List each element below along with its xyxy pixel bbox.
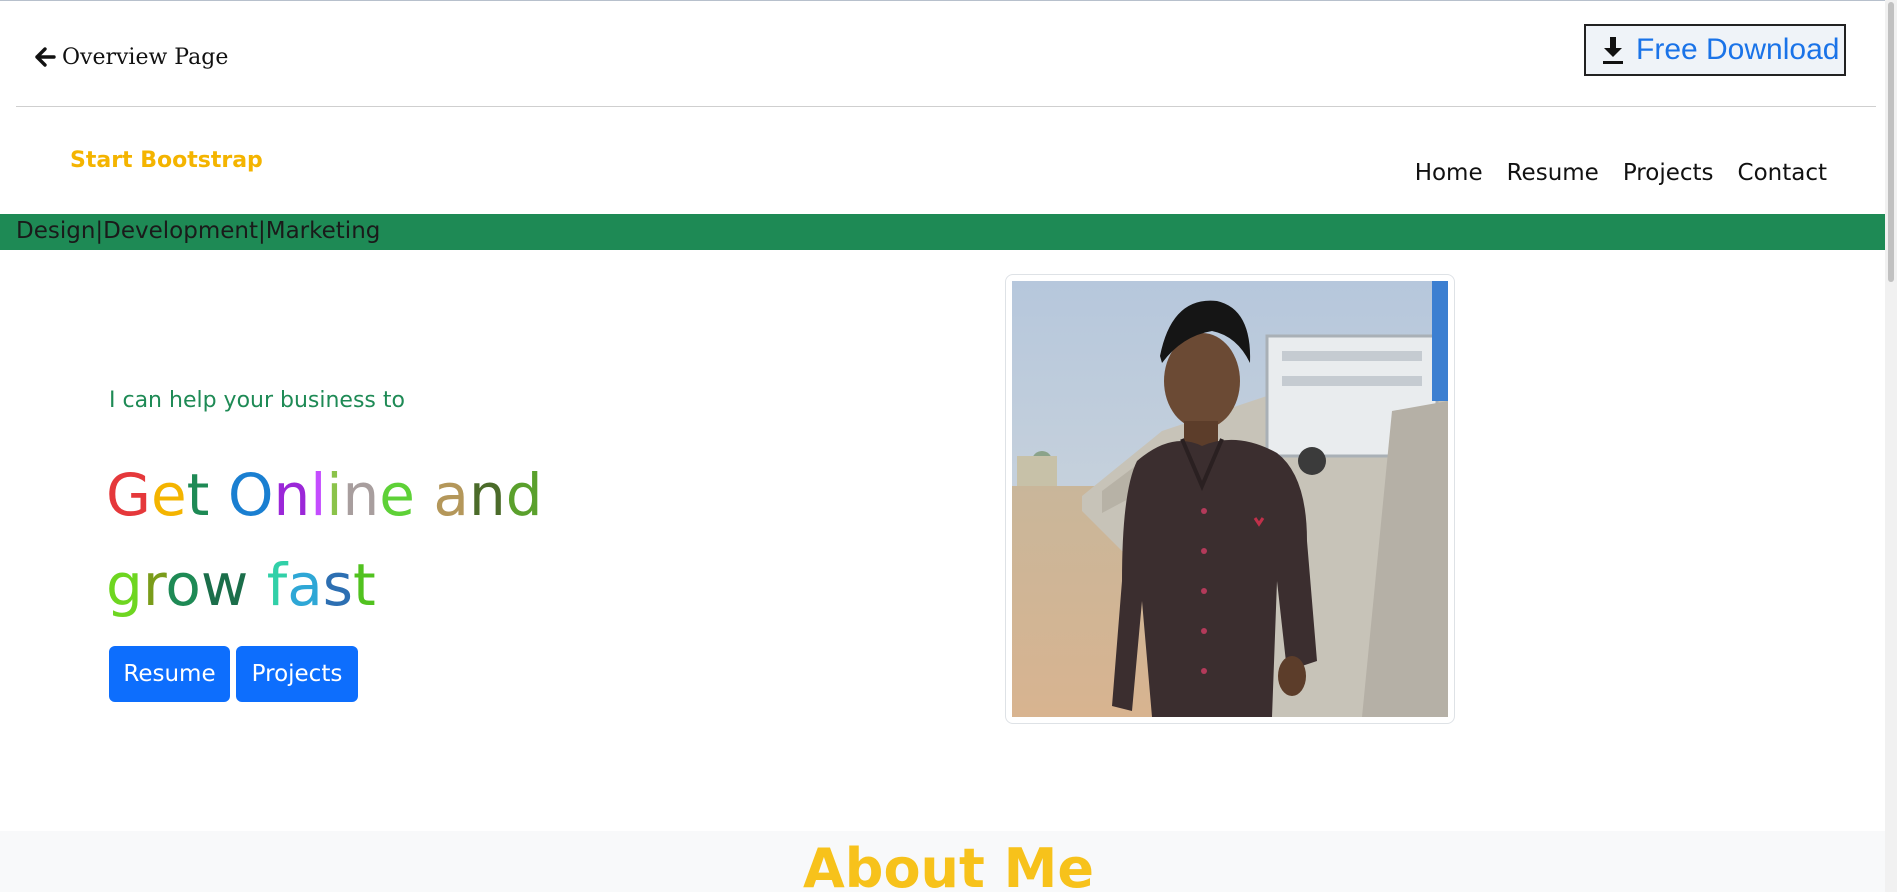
hero-title-letter: r (142, 551, 166, 619)
hero-title-letter: e (150, 461, 187, 529)
about-section: About Me (0, 831, 1897, 892)
hero-title-letter: t (352, 551, 376, 619)
hero-title-line-2: grow fast (106, 540, 726, 630)
hero-title-space (248, 551, 266, 619)
free-download-label: Free Download (1636, 33, 1840, 66)
resume-button[interactable]: Resume (109, 646, 230, 702)
about-heading: About Me (803, 837, 1094, 892)
hero-title-letter: w (200, 551, 249, 619)
hero-title-letter: n (273, 461, 311, 529)
hero-title-letter: e (379, 461, 415, 529)
nav-item-contact[interactable]: Contact (1738, 160, 1827, 186)
hero-title-space (209, 461, 227, 529)
hero-title-letter: n (342, 461, 380, 529)
hero-title-letter: g (106, 551, 143, 619)
services-strip: Design|Development|Marketing (0, 214, 1893, 250)
hero-title-line-1: Get Online and (106, 450, 726, 540)
hero-title-letter: l (310, 461, 327, 529)
nav-item-resume[interactable]: Resume (1507, 160, 1599, 186)
page-scrollbar[interactable] (1885, 0, 1897, 892)
hero-subtitle: I can help your business to (109, 388, 405, 413)
services-text: Design|Development|Marketing (16, 218, 381, 244)
hero-title-letter: f (266, 551, 288, 619)
nav-item-projects[interactable]: Projects (1623, 160, 1714, 186)
navbar-brand[interactable]: Start Bootstrap (70, 148, 263, 173)
free-download-button[interactable]: Free Download (1584, 24, 1846, 76)
hero-title-letter: o (165, 551, 201, 619)
projects-button[interactable]: Projects (236, 646, 358, 702)
hero-title-letter: t (186, 461, 210, 529)
nav-item-home[interactable]: Home (1415, 160, 1483, 186)
hero-title-letter: i (326, 461, 343, 529)
window-top-edge (0, 0, 1897, 1)
hero-title-letter: G (106, 461, 151, 529)
hero-title-letter: n (468, 461, 506, 529)
scrollbar-thumb[interactable] (1888, 2, 1894, 282)
profile-photo-frame (1005, 274, 1455, 724)
arrow-left-icon (34, 46, 56, 68)
hero-title-letter: a (433, 461, 469, 529)
overview-page-label: Overview Page (62, 44, 229, 70)
hero-title-space (415, 461, 433, 529)
hero-title-letter: a (287, 551, 323, 619)
profile-photo (1012, 281, 1448, 717)
hero-title-letter: O (227, 461, 274, 529)
hero-title-letter: d (505, 461, 543, 529)
hero-title: Get Online and grow fast (106, 450, 726, 630)
main-nav: Home Resume Projects Contact (1415, 160, 1827, 186)
overview-topbar: Overview Page Free Download (16, 20, 1876, 107)
hero-title-letter: s (322, 551, 353, 619)
overview-page-link[interactable]: Overview Page (34, 42, 228, 72)
download-icon (1600, 35, 1626, 65)
